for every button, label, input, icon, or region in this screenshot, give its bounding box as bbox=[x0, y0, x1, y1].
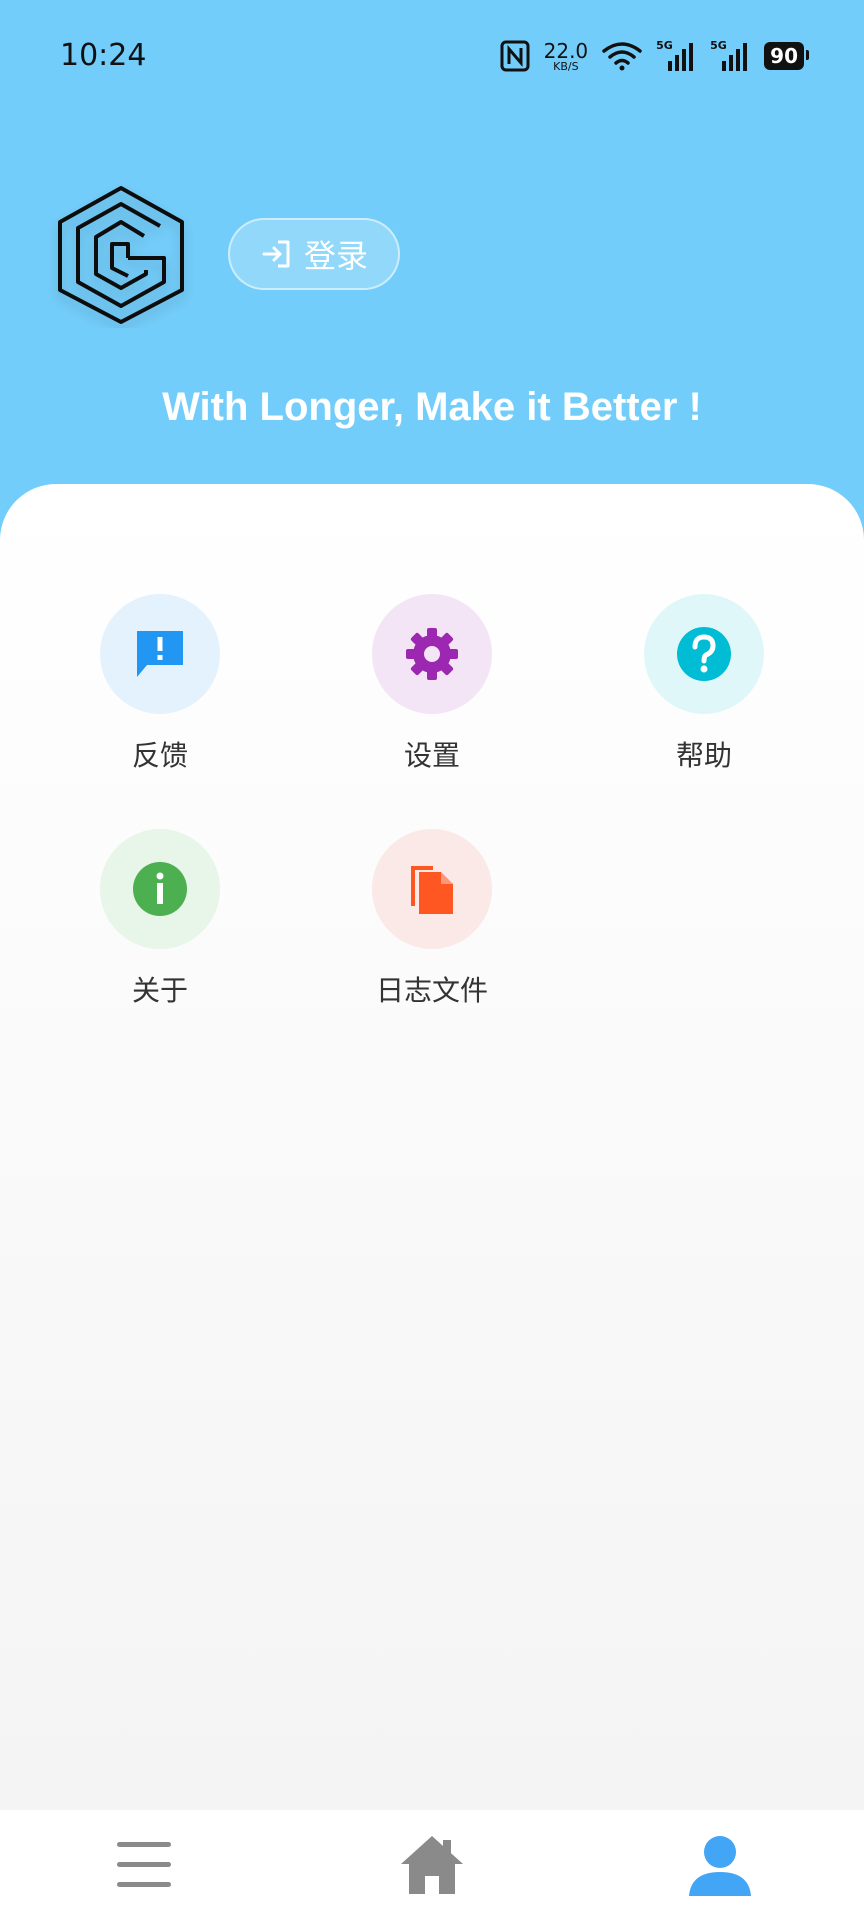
log-files-circle bbox=[372, 829, 492, 949]
person-icon bbox=[689, 1836, 751, 1896]
info-icon bbox=[133, 862, 187, 916]
login-icon bbox=[262, 240, 290, 268]
signal-sim1-icon: 5G bbox=[656, 39, 696, 73]
nav-item-menu[interactable] bbox=[0, 1810, 288, 1920]
wifi-icon bbox=[602, 42, 642, 71]
nav-item-home[interactable] bbox=[288, 1810, 576, 1920]
menu-item-feedback[interactable]: 反馈 bbox=[50, 594, 270, 774]
signal-sim2-icon: 5G bbox=[710, 39, 750, 73]
nfc-icon bbox=[500, 40, 530, 72]
slogan: With Longer, Make it Better ! bbox=[162, 385, 702, 429]
gear-icon bbox=[406, 628, 458, 680]
about-circle bbox=[100, 829, 220, 949]
main-card: 反馈 设置 帮助 关于 日志文件 bbox=[0, 484, 864, 1810]
menu-label-feedback: 反馈 bbox=[131, 739, 188, 772]
network-speed-unit: KB/S bbox=[553, 59, 579, 73]
menu-label-about: 关于 bbox=[131, 974, 188, 1007]
menu-label-log-files: 日志文件 bbox=[375, 974, 488, 1007]
menu-item-about[interactable]: 关于 bbox=[50, 829, 270, 1009]
status-bar: 10:24 22.0 KB/S 5G 5G 90 bbox=[0, 0, 864, 110]
menu-item-help[interactable]: 帮助 bbox=[594, 594, 814, 774]
status-icons: 22.0 KB/S 5G 5G 90 bbox=[500, 36, 809, 76]
feedback-circle bbox=[100, 594, 220, 714]
network-speed: 22.0 KB/S bbox=[544, 41, 589, 72]
bottom-nav bbox=[0, 1810, 864, 1920]
menu-item-settings[interactable]: 设置 bbox=[322, 594, 542, 774]
nav-item-profile[interactable] bbox=[576, 1810, 864, 1920]
menu-item-log-files[interactable]: 日志文件 bbox=[322, 829, 542, 1009]
menu-icon bbox=[117, 1842, 171, 1887]
battery-indicator: 90 bbox=[764, 42, 809, 70]
menu-label-settings: 设置 bbox=[403, 739, 460, 772]
help-icon bbox=[677, 627, 731, 681]
status-time: 10:24 bbox=[60, 38, 147, 73]
feedback-icon bbox=[137, 631, 183, 677]
home-icon bbox=[401, 1836, 463, 1894]
help-circle bbox=[644, 594, 764, 714]
file-copy-icon bbox=[411, 866, 453, 914]
login-button[interactable]: 登录 bbox=[228, 218, 400, 290]
settings-circle bbox=[372, 594, 492, 714]
app-logo bbox=[58, 186, 184, 324]
login-label: 登录 bbox=[303, 237, 368, 275]
network-speed-value: 22.0 bbox=[543, 38, 589, 63]
menu-label-help: 帮助 bbox=[675, 739, 732, 772]
